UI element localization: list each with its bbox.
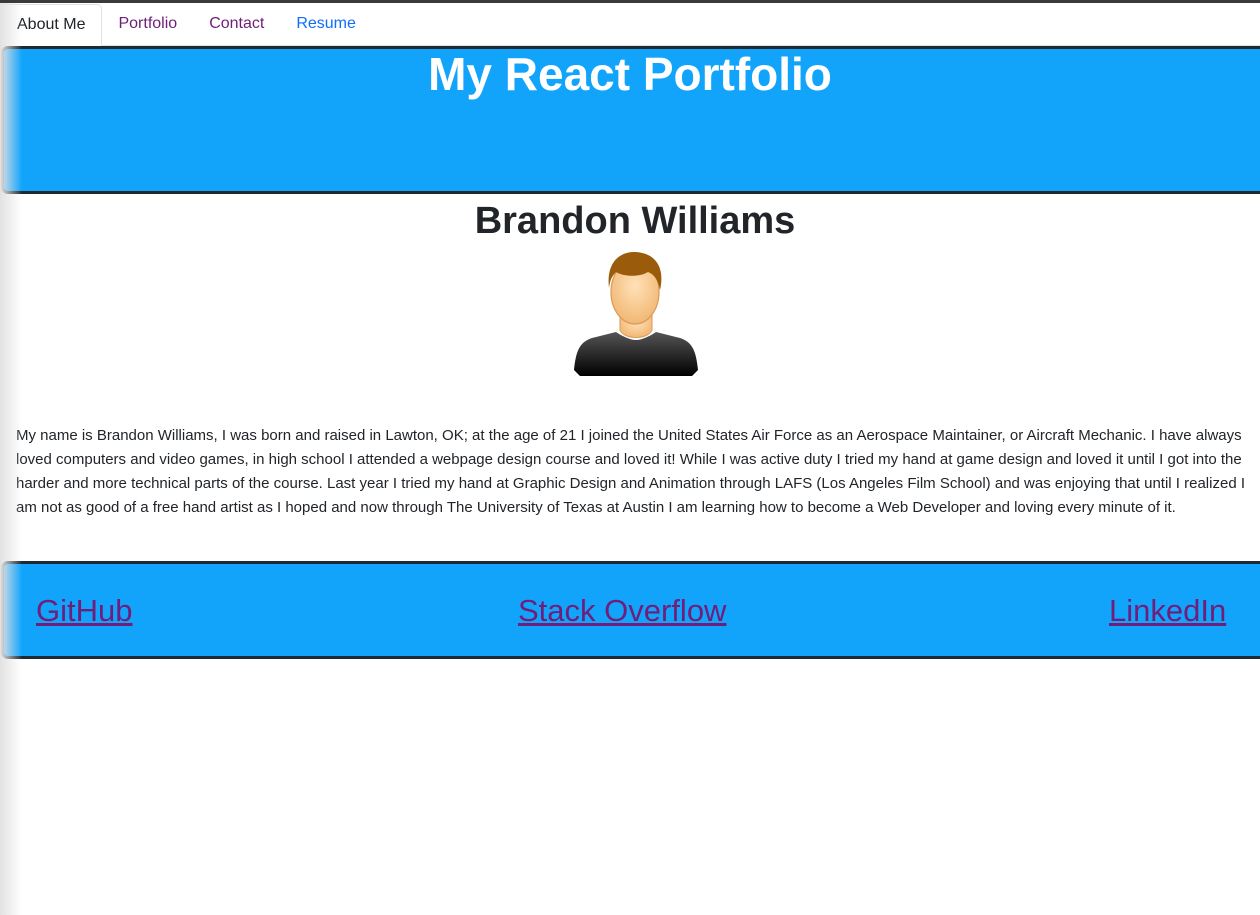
- linkedin-link[interactable]: LinkedIn: [1109, 591, 1226, 631]
- tab-portfolio[interactable]: Portfolio: [102, 3, 193, 45]
- stack-overflow-link[interactable]: Stack Overflow: [518, 591, 726, 631]
- bio-paragraph: My name is Brandon Williams, I was born …: [16, 427, 1245, 516]
- profile-name: Brandon Williams: [474, 200, 796, 242]
- page-title: My React Portfolio: [428, 48, 832, 100]
- tab-resume[interactable]: Resume: [280, 3, 372, 45]
- page: About Me Portfolio Contact Resume My Rea…: [0, 0, 1260, 915]
- tab-contact[interactable]: Contact: [193, 3, 280, 45]
- github-link[interactable]: GitHub: [36, 591, 132, 631]
- tab-about-me[interactable]: About Me: [0, 4, 103, 46]
- footer-links-banner: GitHub Stack Overflow LinkedIn: [1, 561, 1260, 659]
- nav-tabs: About Me Portfolio Contact Resume: [0, 3, 1260, 46]
- person-avatar-icon: [574, 252, 698, 376]
